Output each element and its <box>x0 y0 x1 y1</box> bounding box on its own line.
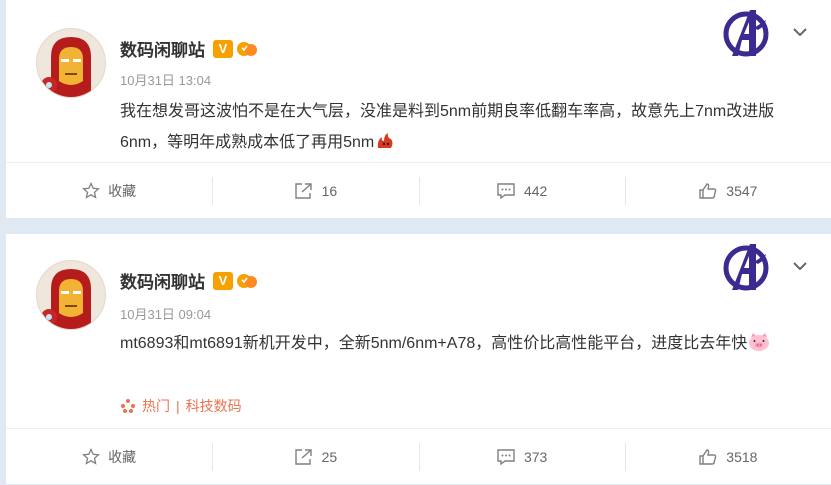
action-bar: 收藏 25 373 3518 <box>6 428 831 485</box>
verified-badge: V <box>213 271 233 290</box>
chevron-down-icon[interactable] <box>790 22 810 42</box>
author-name[interactable]: 数码闲聊站 <box>120 268 205 293</box>
repost-icon <box>294 449 312 465</box>
star-icon <box>82 448 101 465</box>
repost-icon <box>294 183 312 199</box>
favorite-button[interactable]: 收藏 <box>6 429 212 485</box>
favorite-label: 收藏 <box>108 183 137 199</box>
post-text: 我在想发哥这波怕不是在大气层，没准是料到5nm前期良率低翻车率高，故意先上7nm… <box>120 96 810 158</box>
comment-count: 442 <box>523 183 548 199</box>
favorite-label: 收藏 <box>108 449 137 465</box>
iron-man-icon <box>37 29 105 97</box>
star-icon <box>82 182 101 199</box>
feed-card: 数码闲聊站 V 10月31日 13:04 我在想发哥这波怕不是在大气层，没准是料… <box>6 0 831 218</box>
hot-topic-icon <box>121 399 135 413</box>
post-time[interactable]: 10月31日 09:04 <box>120 304 211 323</box>
favorite-button[interactable]: 收藏 <box>6 163 212 219</box>
repost-button[interactable]: 16 <box>212 163 418 219</box>
comment-count: 373 <box>523 449 548 465</box>
pig-face-icon <box>749 333 770 351</box>
comment-icon <box>497 449 515 466</box>
tag-hot[interactable]: 热门 <box>142 396 170 416</box>
thumbs-up-icon <box>699 183 717 199</box>
repost-count: 25 <box>321 449 338 465</box>
doge-fire-icon <box>378 133 393 148</box>
post-text: mt6893和mt6891新机开发中，全新5nm/6nm+A78，高性价比高性能… <box>120 328 810 359</box>
feed-card: 数码闲聊站 V 10月31日 09:04 mt6893和mt6891新机开发中，… <box>6 234 831 484</box>
fan-badge-icon <box>237 273 257 288</box>
tag-separator: | <box>176 398 180 414</box>
author-name[interactable]: 数码闲聊站 <box>120 36 205 61</box>
repost-button[interactable]: 25 <box>212 429 418 485</box>
comment-button[interactable]: 373 <box>418 429 625 485</box>
avatar[interactable] <box>36 28 106 98</box>
like-button[interactable]: 3547 <box>624 163 831 219</box>
like-count: 3518 <box>726 449 758 465</box>
verified-badge: V <box>213 39 233 58</box>
action-bar: 收藏 16 442 3547 <box>6 162 831 219</box>
iron-man-icon <box>37 261 105 329</box>
post-body: mt6893和mt6891新机开发中，全新5nm/6nm+A78，高性价比高性能… <box>120 335 748 352</box>
thumbs-up-icon <box>699 449 717 465</box>
fan-badge-icon <box>237 41 257 56</box>
comment-icon <box>497 183 515 200</box>
like-button[interactable]: 3518 <box>624 429 831 485</box>
repost-count: 16 <box>321 183 338 199</box>
post-body: 我在想发哥这波怕不是在大气层，没准是料到5nm前期良率低翻车率高，故意先上7nm… <box>120 103 775 151</box>
comment-button[interactable]: 442 <box>418 163 625 219</box>
post-time[interactable]: 10月31日 13:04 <box>120 70 211 89</box>
avengers-logo-icon <box>723 244 769 291</box>
like-count: 3547 <box>726 183 758 199</box>
tag-tech[interactable]: 科技数码 <box>186 396 242 416</box>
avatar[interactable] <box>36 260 106 330</box>
topic-tags: 热门 | 科技数码 <box>120 396 242 416</box>
avengers-logo-icon <box>723 10 769 57</box>
chevron-down-icon[interactable] <box>790 256 810 276</box>
